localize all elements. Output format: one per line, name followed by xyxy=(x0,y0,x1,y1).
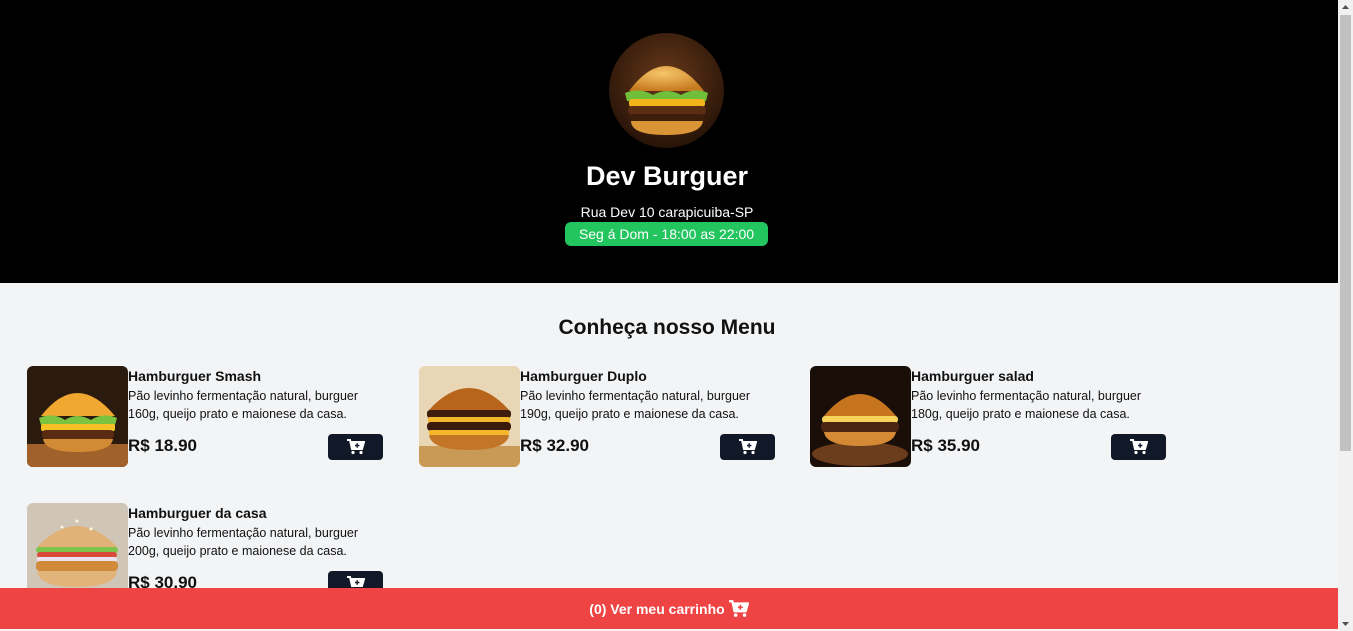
vertical-scrollbar[interactable] xyxy=(1338,0,1353,631)
store-address: Rua Dev 10 carapicuiba-SP xyxy=(580,204,754,220)
store-logo xyxy=(609,33,724,148)
burger-smash-image xyxy=(27,366,128,467)
cart-label: (0) Ver meu carrinho xyxy=(589,600,725,617)
page: Dev Burguer Rua Dev 10 carapicuiba-SP Se… xyxy=(0,0,1338,631)
item-name: Hamburguer da casa xyxy=(128,505,267,521)
cart-plus-icon xyxy=(728,599,749,617)
opening-hours-badge: Seg á Dom - 18:00 as 22:00 xyxy=(565,222,768,246)
item-price: R$ 18.90 xyxy=(128,436,197,455)
item-description: Pão levinho fermentação natural, burguer… xyxy=(128,389,359,421)
cart-plus-icon xyxy=(738,439,757,455)
item-name: Hamburguer Duplo xyxy=(520,368,647,384)
menu-title: Conheça nosso Menu xyxy=(558,316,776,339)
item-name: Hamburguer Smash xyxy=(128,368,262,384)
menu-item-duplo: Hamburguer Duplo Pão levinho fermentação… xyxy=(419,366,779,467)
item-description: Pão levinho fermentação natural, burguer… xyxy=(128,526,359,558)
add-to-cart-button[interactable] xyxy=(720,434,775,460)
menu-item-salad: Hamburguer salad Pão levinho fermentação… xyxy=(810,366,1170,467)
view-cart-button[interactable]: (0) Ver meu carrinho xyxy=(0,588,1338,629)
cart-plus-icon xyxy=(346,439,365,455)
item-price: R$ 35.90 xyxy=(911,436,980,455)
add-to-cart-button[interactable] xyxy=(1111,434,1166,460)
add-to-cart-button[interactable] xyxy=(328,434,383,460)
menu-item-smash: Hamburguer Smash Pão levinho fermentação… xyxy=(27,366,387,467)
burger-duplo-image xyxy=(419,366,520,467)
item-description: Pão levinho fermentação natural, burguer… xyxy=(911,389,1142,421)
item-description: Pão levinho fermentação natural, burguer… xyxy=(520,389,751,421)
item-name: Hamburguer salad xyxy=(911,368,1034,384)
burger-salad-image xyxy=(810,366,911,467)
store-header: Dev Burguer Rua Dev 10 carapicuiba-SP Se… xyxy=(0,0,1338,283)
cart-plus-icon xyxy=(1129,439,1148,455)
scrollbar-thumb[interactable] xyxy=(1340,15,1351,451)
scroll-down-arrow-icon[interactable] xyxy=(1338,616,1353,631)
item-price: R$ 32.90 xyxy=(520,436,589,455)
store-name: Dev Burguer xyxy=(585,161,749,191)
scroll-up-arrow-icon[interactable] xyxy=(1338,0,1353,15)
